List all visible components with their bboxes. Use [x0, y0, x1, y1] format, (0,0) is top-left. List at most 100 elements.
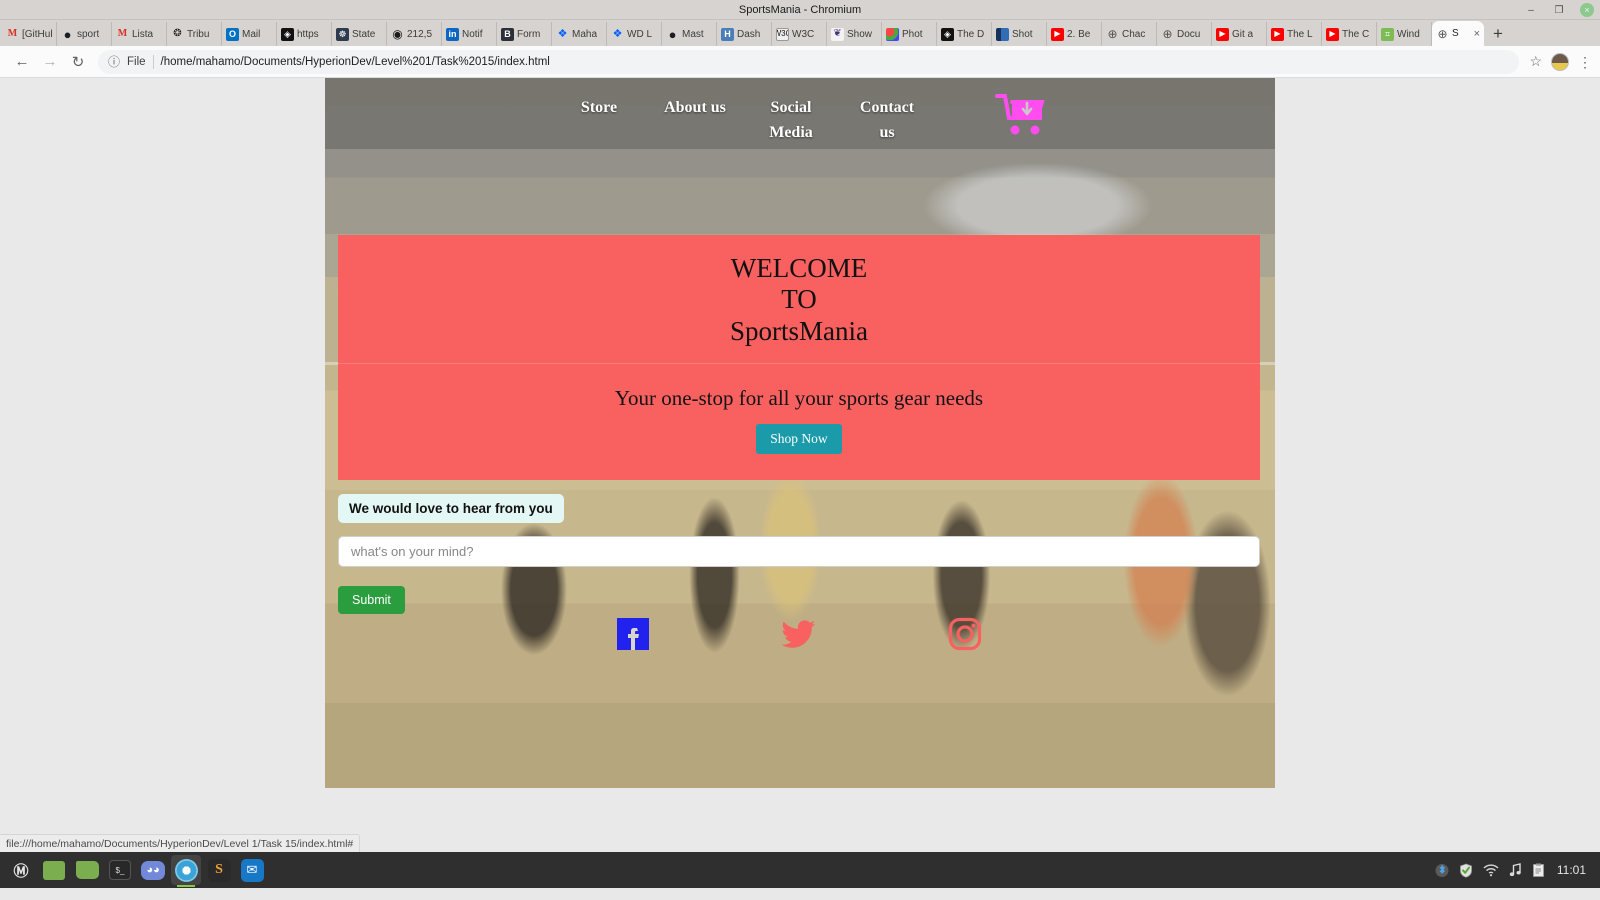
- taskbar-show-desktop[interactable]: [39, 855, 69, 885]
- browser-tab[interactable]: ◈ The D: [937, 22, 992, 46]
- nav-link-contact-us[interactable]: Contact us: [851, 96, 923, 146]
- tab-title: Form: [517, 28, 541, 40]
- welcome-line-3: SportsMania: [730, 315, 868, 346]
- browser-tab[interactable]: ● Mast: [662, 22, 717, 46]
- browser-tab[interactable]: M Lista: [112, 22, 167, 46]
- web-page: Store About us Social Media Contact us WELC…: [325, 78, 1275, 788]
- taskbar-terminal[interactable]: $_: [105, 855, 135, 885]
- tab-title: Chac: [1122, 28, 1146, 40]
- shot-icon: [996, 27, 1009, 41]
- browser-tab[interactable]: in Notif: [442, 22, 497, 46]
- window-titlebar: SportsMania - Chromium – ❐ ×: [0, 0, 1600, 20]
- forward-icon[interactable]: →: [36, 48, 64, 76]
- browser-tab[interactable]: ⊕ Docu: [1157, 22, 1212, 46]
- gmail-icon: M: [7, 28, 18, 39]
- browser-tab[interactable]: ▶ Git a: [1212, 22, 1267, 46]
- toolbar-right-actions: ☆ ⋮: [1525, 52, 1592, 71]
- site-navigation: Store About us Social Media Contact us: [325, 78, 1275, 156]
- browser-tab[interactable]: ⊕ Chac: [1102, 22, 1157, 46]
- taskbar-clock[interactable]: 11:01: [1557, 863, 1586, 877]
- taskbar-vscode[interactable]: ✉: [237, 855, 267, 885]
- tab-title: 2. Be: [1067, 28, 1091, 40]
- browser-tab[interactable]: O Mail: [222, 22, 277, 46]
- tab-title: Notif: [462, 28, 483, 40]
- submit-button[interactable]: Submit: [338, 586, 405, 614]
- reload-icon[interactable]: ↻: [64, 48, 92, 76]
- taskbar-linux-mint-menu[interactable]: Ⓜ: [6, 855, 36, 885]
- profile-avatar[interactable]: [1551, 52, 1569, 71]
- browser-tab[interactable]: ❂ Tribu: [167, 22, 222, 46]
- dropbox-icon: ❖: [612, 27, 623, 40]
- social-media-links: [338, 616, 1260, 652]
- browser-tab[interactable]: H Dash: [717, 22, 772, 46]
- address-bar[interactable]: ⓘ File /home/mahamo/Documents/HyperionDe…: [98, 49, 1520, 74]
- nav-link-social-media[interactable]: Social Media: [755, 96, 827, 146]
- linux-mint-menu-icon: Ⓜ: [13, 863, 29, 880]
- browser-tab[interactable]: ☸ State: [332, 22, 387, 46]
- chrome-menu-icon[interactable]: ⋮: [1578, 55, 1592, 69]
- tab-title: The L: [1287, 28, 1313, 40]
- taskbar-sublime-text[interactable]: S: [204, 855, 234, 885]
- tab-close-icon[interactable]: ×: [1474, 28, 1480, 40]
- browser-tab[interactable]: ● sport: [57, 22, 112, 46]
- shopping-cart-icon[interactable]: [995, 92, 1049, 138]
- taskbar-chromium[interactable]: [171, 855, 201, 887]
- browser-tab[interactable]: Shot: [992, 22, 1047, 46]
- volume-music-icon[interactable]: [1509, 863, 1522, 877]
- message-input[interactable]: [338, 536, 1260, 567]
- browser-tab[interactable]: M [GitHub]: [2, 22, 57, 46]
- tab-title: State: [352, 28, 376, 40]
- windows-icon: ⌗: [1381, 27, 1394, 41]
- welcome-banner: WELCOME TO SportsMania Your one-stop for…: [338, 235, 1260, 480]
- browser-tab[interactable]: Phot: [882, 22, 937, 46]
- close-button[interactable]: ×: [1580, 3, 1594, 17]
- bookmark-star-icon[interactable]: ☆: [1529, 53, 1542, 70]
- twitter-icon[interactable]: [781, 616, 817, 652]
- welcome-heading: WELCOME TO SportsMania: [338, 235, 1260, 364]
- browser-tab[interactable]: ❖ WD L: [607, 22, 662, 46]
- tab-title: 212,5: [407, 28, 433, 40]
- taskbar-file-manager[interactable]: [72, 855, 102, 885]
- browser-tab[interactable]: ◉ 212,5: [387, 22, 442, 46]
- window-controls: – ❐ ×: [1524, 0, 1594, 20]
- browser-tab[interactable]: B Form: [497, 22, 552, 46]
- url-scheme-label: File: [127, 55, 146, 68]
- new-tab-button[interactable]: +: [1484, 22, 1512, 46]
- tab-title: W3C: [792, 28, 815, 40]
- facebook-icon[interactable]: [615, 616, 651, 652]
- back-icon[interactable]: ←: [8, 48, 36, 76]
- browser-tab[interactable]: ▶ The L: [1267, 22, 1322, 46]
- tab-title: Lista: [132, 28, 154, 40]
- youtube-icon: ▶: [1216, 27, 1229, 41]
- browser-tab[interactable]: ▶ 2. Be: [1047, 22, 1102, 46]
- instagram-icon[interactable]: [947, 616, 983, 652]
- browser-tab[interactable]: ◈ https: [277, 22, 332, 46]
- system-tray: 11:01: [1435, 863, 1594, 878]
- bluetooth-icon[interactable]: [1435, 863, 1449, 878]
- browser-toolbar: ← → ↻ ⓘ File /home/mahamo/Documents/Hype…: [0, 46, 1600, 78]
- nav-link-about-us[interactable]: About us: [659, 96, 731, 121]
- browser-tab[interactable]: ❦ Show: [827, 22, 882, 46]
- stack-icon: ☸: [336, 27, 349, 41]
- clipboard-icon[interactable]: [1532, 863, 1545, 878]
- tribe-icon: ❂: [173, 28, 182, 39]
- shield-icon[interactable]: [1459, 863, 1473, 878]
- nav-link-store[interactable]: Store: [563, 96, 635, 121]
- tab-title: https: [297, 28, 319, 40]
- browser-viewport: Store About us Social Media Contact us WELC…: [0, 78, 1600, 852]
- link-status-text: file:///home/mahamo/Documents/HyperionDe…: [6, 837, 354, 850]
- browser-tab-active[interactable]: ⊕ S ×: [1432, 21, 1484, 46]
- browser-tab[interactable]: ⌗ Wind: [1377, 22, 1432, 46]
- wifi-icon[interactable]: [1483, 863, 1499, 877]
- maximize-button[interactable]: ❐: [1552, 3, 1566, 17]
- page-info-icon[interactable]: ⓘ: [108, 53, 120, 70]
- browser-tab[interactable]: ▶ The C: [1322, 22, 1377, 46]
- shop-now-button[interactable]: Shop Now: [756, 423, 842, 454]
- browser-tab[interactable]: W3CW3C: [772, 22, 827, 46]
- b-icon: B: [501, 27, 514, 41]
- tab-title: Show: [847, 28, 873, 40]
- minimize-button[interactable]: –: [1524, 3, 1538, 17]
- browser-tab[interactable]: ❖ Maha: [552, 22, 607, 46]
- welcome-cta-section: Your one-stop for all your sports gear n…: [338, 363, 1260, 480]
- taskbar-discord[interactable]: ◕◕: [138, 855, 168, 885]
